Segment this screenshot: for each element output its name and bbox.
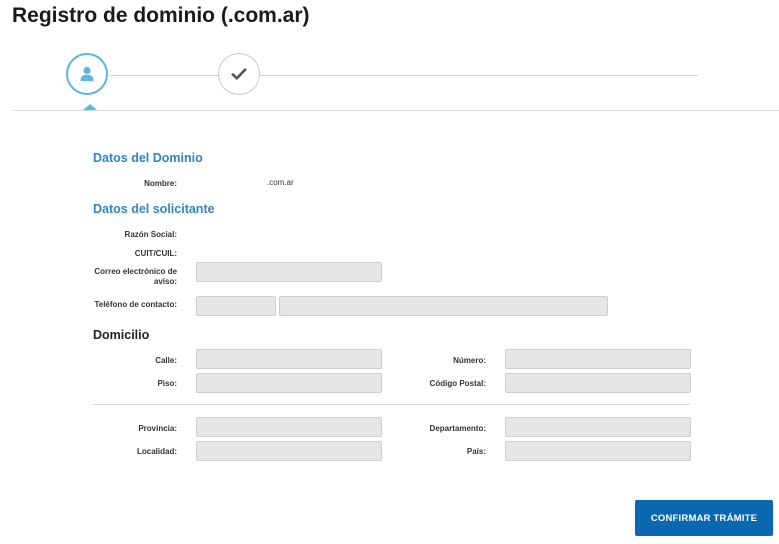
header-divider — [12, 110, 779, 111]
confirmar-tramite-button[interactable]: CONFIRMAR TRÁMITE — [635, 500, 773, 536]
codigo-postal-label: Código Postal: — [429, 379, 486, 388]
section-heading-domicilio: Domicilio — [93, 328, 150, 342]
departamento-label: Departamento: — [429, 424, 486, 433]
nombre-value: .com.ar — [267, 178, 294, 187]
section-heading-solicitante: Datos del solicitante — [93, 202, 215, 216]
numero-input[interactable] — [505, 349, 691, 369]
pais-input[interactable] — [505, 441, 691, 461]
page-title: Registro de dominio (.com.ar) — [12, 4, 310, 27]
nombre-label: Nombre: — [144, 179, 177, 188]
provincia-input[interactable] — [196, 417, 382, 437]
calle-label: Calle: — [155, 356, 177, 365]
codigo-postal-input[interactable] — [505, 373, 691, 393]
user-icon — [80, 66, 94, 81]
numero-label: Número: — [453, 356, 486, 365]
correo-label-line2: aviso: — [153, 277, 177, 286]
telefono-numero-input[interactable] — [279, 296, 608, 316]
piso-input[interactable] — [196, 373, 382, 393]
correo-label: Correo electrónico de aviso: — [88, 267, 177, 287]
telefono-label: Teléfono de contacto: — [94, 300, 177, 309]
stepper-line — [110, 75, 698, 76]
razon-social-label: Razón Social: — [124, 230, 177, 239]
correo-input[interactable] — [196, 262, 382, 282]
provincia-label: Provincia: — [138, 424, 177, 433]
domicilio-divider — [93, 404, 690, 405]
piso-label: Piso: — [157, 379, 177, 388]
step-confirmacion[interactable] — [218, 53, 260, 95]
section-heading-dominio: Datos del Dominio — [93, 151, 203, 165]
departamento-input[interactable] — [505, 417, 691, 437]
localidad-input[interactable] — [196, 441, 382, 461]
correo-label-line1: Correo electrónico de — [94, 267, 177, 276]
localidad-label: Localidad: — [136, 447, 177, 456]
step-datos[interactable] — [66, 53, 108, 95]
cuit-label: CUIT/CUIL: — [134, 249, 177, 258]
telefono-area-input[interactable] — [196, 296, 276, 316]
pais-label: País: — [466, 447, 486, 456]
calle-input[interactable] — [196, 349, 382, 369]
check-icon — [231, 68, 247, 80]
